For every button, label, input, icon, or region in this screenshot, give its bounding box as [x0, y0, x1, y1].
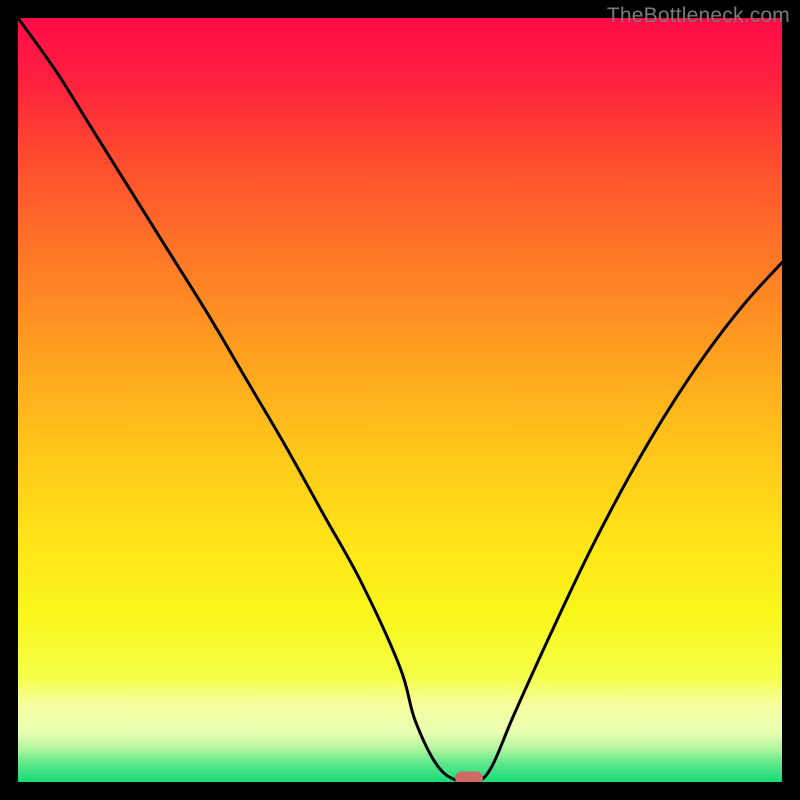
optimal-point-marker	[455, 772, 483, 783]
watermark-label: TheBottleneck.com	[607, 4, 790, 28]
plot-area	[18, 18, 782, 782]
chart-container: TheBottleneck.com	[0, 0, 800, 800]
chart-svg	[18, 18, 782, 782]
